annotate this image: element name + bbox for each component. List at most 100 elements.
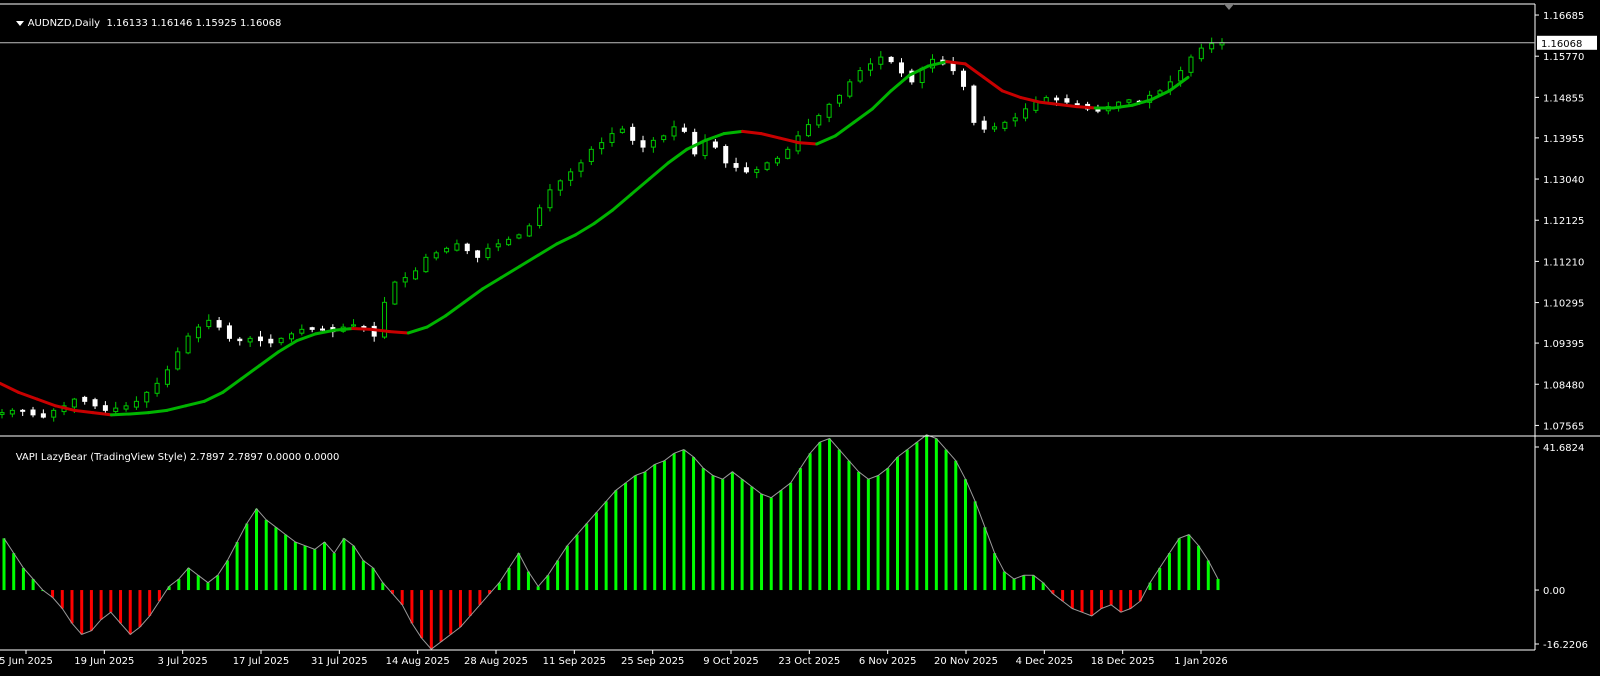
chart-canvas[interactable]: 1.16685 1.15770 1.14855 1.13955 1.13040 1.121… — [0, 0, 1600, 672]
time-tick-label: 6 Nov 2025 — [859, 656, 917, 667]
candle-body — [51, 409, 57, 418]
histogram-bar — [264, 519, 268, 591]
candle-body — [82, 396, 88, 402]
indicator-label: VAPI LazyBear (TradingView Style) 2.7897… — [15, 452, 340, 463]
candle-body — [723, 146, 729, 164]
histogram-bar — [672, 453, 676, 591]
histogram-bar — [896, 457, 900, 591]
candle-body — [743, 167, 749, 173]
candle-body — [144, 391, 150, 403]
candle-body — [237, 338, 243, 342]
histogram-bar — [556, 560, 560, 591]
histogram-bar — [1167, 553, 1171, 591]
candle-body — [1209, 43, 1215, 50]
price-tick-label: 1.15770 — [1543, 52, 1584, 63]
indicator-tick-label: -16.2206 — [1543, 640, 1588, 651]
candle-body — [123, 405, 129, 410]
histogram-bar — [876, 475, 880, 591]
candle-body — [816, 115, 822, 126]
chart-window[interactable]: 1.16685 1.15770 1.14855 1.13955 1.13040 1.121… — [0, 0, 1600, 672]
candle-body — [133, 400, 139, 408]
time-tick-label: 31 Jul 2025 — [311, 656, 368, 667]
histogram-bar — [410, 590, 414, 624]
time-tick-label: 18 Dec 2025 — [1091, 656, 1155, 667]
histogram-bar — [206, 582, 210, 591]
candle-body — [630, 126, 636, 141]
time-tick-label: 3 Jul 2025 — [158, 656, 208, 667]
candle-body — [661, 135, 667, 141]
candle-body — [568, 171, 574, 181]
histogram-bar — [352, 545, 356, 591]
candle-body — [847, 81, 853, 97]
histogram-bar — [449, 590, 453, 635]
candle-body — [857, 70, 863, 82]
histogram-bar — [255, 508, 259, 591]
candle-body — [195, 326, 201, 339]
candle-body — [1064, 98, 1070, 103]
histogram-bar — [546, 575, 550, 591]
candle-body — [712, 141, 718, 148]
candle-body — [351, 324, 357, 327]
candle-body — [154, 382, 160, 394]
histogram-bar — [526, 571, 530, 591]
candle-body — [650, 139, 656, 148]
time-tick-label: 1 Jan 2026 — [1174, 656, 1228, 667]
time-tick-label: 9 Oct 2025 — [703, 656, 758, 667]
histogram-bar — [1061, 590, 1065, 602]
histogram-bar — [662, 460, 666, 591]
candle-body — [30, 409, 36, 416]
symbol-info-line[interactable]: AUDNZD,Daily 1.16133 1.16146 1.15925 1.1… — [3, 6, 281, 42]
candle-body — [320, 328, 326, 331]
time-tick-label: 14 Aug 2025 — [386, 656, 450, 667]
histogram-bar — [575, 534, 579, 591]
histogram-bar — [925, 434, 929, 591]
candle-body — [20, 409, 26, 412]
histogram-bar — [1158, 567, 1162, 591]
histogram-bar — [915, 442, 919, 591]
histogram-bar — [225, 560, 229, 591]
candle-body — [413, 270, 419, 280]
candle-body — [464, 243, 470, 252]
candle-body — [805, 124, 811, 137]
candle-body — [0, 412, 5, 415]
price-tick-label: 1.07565 — [1543, 421, 1584, 432]
histogram-bar — [128, 590, 132, 635]
histogram-bar — [80, 590, 84, 635]
time-tick-label: 23 Oct 2025 — [778, 656, 840, 667]
candle-body — [1002, 121, 1008, 129]
histogram-bar — [692, 457, 696, 591]
histogram-bar — [798, 468, 802, 591]
candle-body — [516, 234, 522, 239]
time-tick-label: 20 Nov 2025 — [934, 656, 998, 667]
ma-segment — [128, 411, 150, 416]
histogram-bar — [1177, 538, 1181, 591]
histogram-bar — [361, 560, 365, 591]
candle-body — [867, 63, 873, 71]
candle-body — [1074, 103, 1080, 106]
histogram-bar — [235, 542, 239, 591]
collapse-triangle-icon[interactable] — [15, 20, 24, 26]
candle-body — [754, 169, 760, 173]
price-tick-label: 1.11210 — [1543, 257, 1584, 268]
histogram-bar — [866, 479, 870, 591]
candle-body — [433, 252, 439, 259]
histogram-bar — [458, 590, 462, 628]
histogram-bar — [954, 460, 958, 591]
histogram-bar — [138, 590, 142, 628]
candle-body — [836, 94, 842, 104]
symbol-label: AUDNZD,Daily — [27, 18, 101, 29]
time-tick-label: 28 Aug 2025 — [464, 656, 528, 667]
candle-body — [981, 120, 987, 130]
candle-body — [485, 247, 491, 259]
histogram-bar — [721, 479, 725, 591]
histogram-bar — [828, 438, 832, 591]
histogram-bar — [818, 442, 822, 591]
candle-body — [888, 56, 894, 63]
histogram-bar — [1187, 534, 1191, 591]
candle-body — [1178, 70, 1184, 82]
histogram-bar — [857, 471, 861, 591]
candle-body — [1188, 56, 1194, 73]
candle-body — [361, 326, 367, 329]
ma-segment — [351, 326, 373, 331]
histogram-bar — [332, 553, 336, 591]
